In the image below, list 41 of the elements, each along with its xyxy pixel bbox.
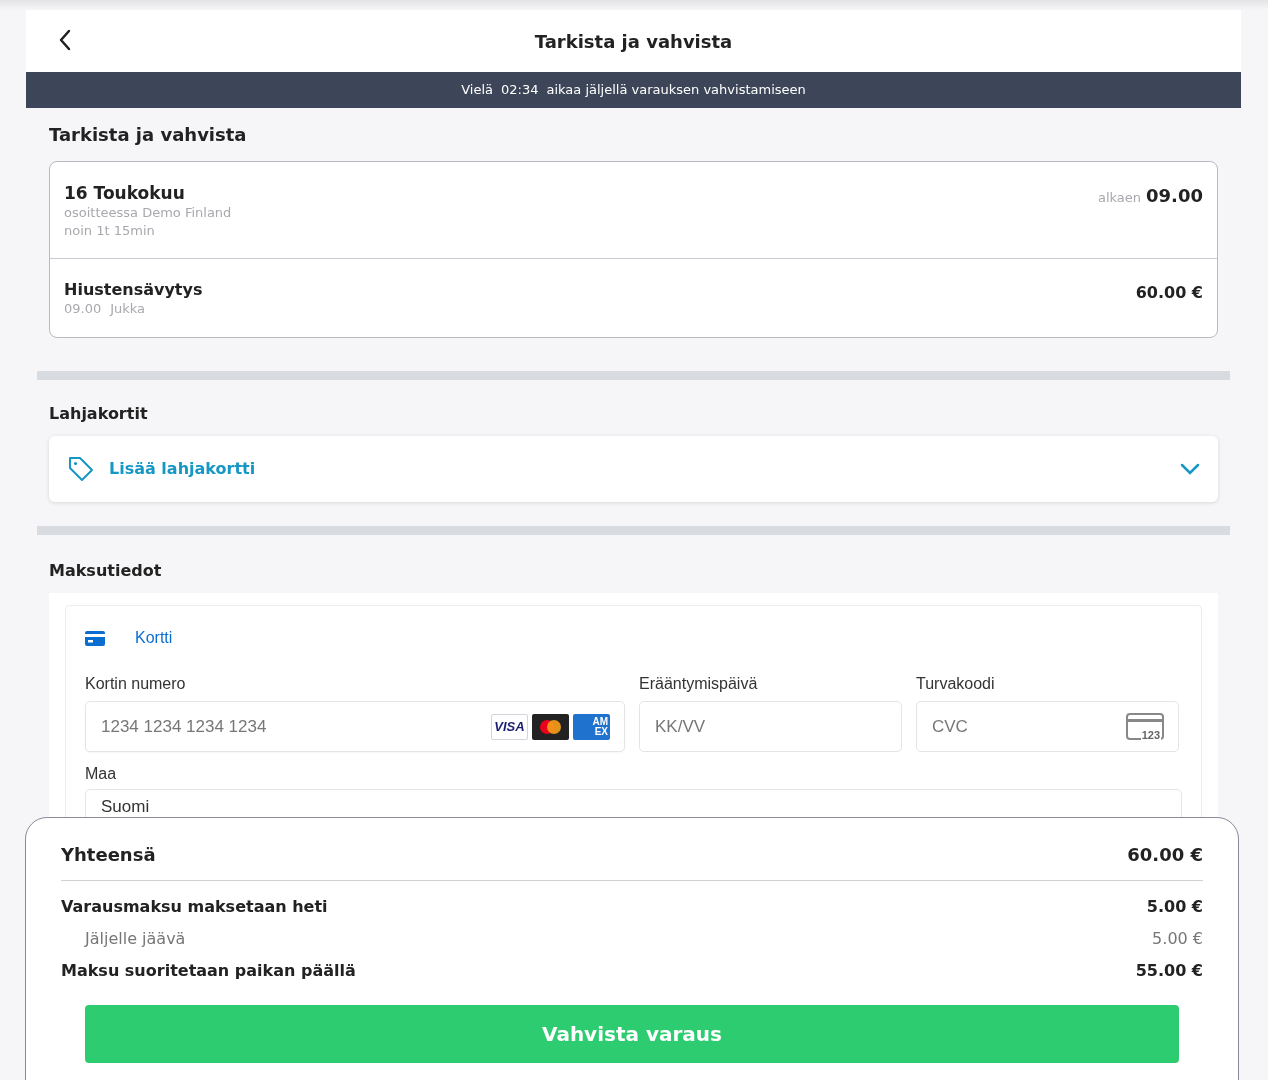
total-label: Yhteensä	[61, 843, 156, 867]
field-label: Kortin numero	[85, 674, 187, 694]
timer-prefix: Vielä	[461, 81, 493, 100]
total-value: 60.00 €	[1127, 843, 1203, 867]
expiry-field[interactable]: KK/VV	[639, 701, 902, 752]
card-number-field[interactable]: 1234 1234 1234 1234 VISA AM EX	[85, 701, 625, 752]
booking-location: osoitteessa Demo Finland	[64, 204, 232, 222]
field-label: Erääntymispäivä	[639, 674, 759, 694]
visa-logo-icon: VISA	[491, 713, 528, 740]
summary-value: 55.00 €	[1135, 960, 1203, 982]
service-name: Hiustensävytys	[64, 279, 203, 301]
mastercard-logo-icon	[532, 713, 569, 740]
card-number-input[interactable]: 1234 1234 1234 1234	[101, 713, 491, 740]
section-heading: Tarkista ja vahvista	[49, 123, 248, 147]
booking-date: 16 Toukokuu	[64, 182, 186, 204]
booking-duration: noin 1t 15min	[64, 222, 156, 240]
start-label: alkaen	[1097, 189, 1142, 207]
service-price: 60.00 €	[1135, 282, 1203, 304]
field-label: Turvakoodi	[916, 674, 996, 694]
summary-value: 5.00 €	[1152, 928, 1203, 950]
start-time: 09.00	[1146, 184, 1203, 208]
summary-label: Varausmaksu maksetaan heti	[61, 896, 328, 918]
credit-card-icon	[85, 630, 105, 646]
payment-method-tab[interactable]: Kortti	[85, 626, 173, 650]
summary-label: Jäljelle jäävä	[85, 928, 186, 950]
summary-label: Maksu suoritetaan paikan päällä	[61, 960, 356, 982]
cvc-field[interactable]: CVC 123	[916, 701, 1179, 752]
timer-time: 02:34	[501, 81, 539, 100]
amex-logo-icon: AM EX	[573, 713, 610, 740]
tag-icon	[67, 455, 95, 483]
section-heading: Maksutiedot	[49, 561, 163, 581]
timer-text: aikaa jäljellä varauksen vahvistamiseen	[546, 81, 806, 100]
field-label: Maa	[85, 764, 118, 784]
service-staff: Jukka	[110, 301, 146, 317]
add-gift-card-button[interactable]: Lisää lahjakortti	[49, 436, 1218, 502]
cvc-card-icon: 123	[1126, 713, 1164, 740]
page-title: Tarkista ja vahvista	[534, 29, 733, 54]
service-time: 09.00	[64, 301, 102, 317]
section-heading: Lahjakortit	[49, 404, 149, 424]
cvc-input[interactable]: CVC	[932, 713, 1126, 740]
summary-value: 5.00 €	[1146, 896, 1203, 918]
